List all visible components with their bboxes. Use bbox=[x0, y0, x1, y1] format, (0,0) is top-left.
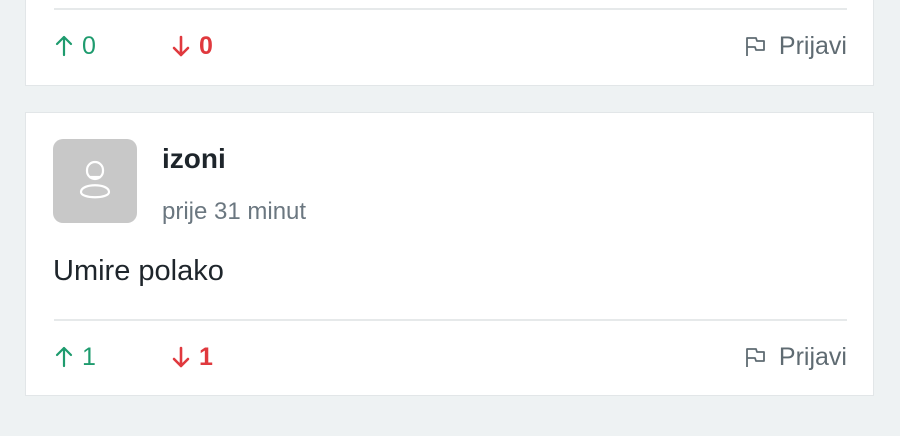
downvote-count: 1 bbox=[199, 342, 213, 371]
comment-actions: 0 0 Prijavi bbox=[54, 26, 847, 66]
flag-icon bbox=[746, 348, 765, 367]
upvote-count: 0 bbox=[82, 31, 96, 60]
avatar bbox=[53, 139, 137, 223]
report-button[interactable]: Prijavi bbox=[743, 343, 847, 372]
upvote-button[interactable]: 1 bbox=[54, 343, 171, 372]
divider bbox=[54, 8, 847, 10]
comment-text: Umire polako bbox=[53, 255, 224, 287]
report-label: Prijavi bbox=[778, 31, 847, 60]
comment-timestamp: prije 31 minut bbox=[162, 198, 307, 225]
arrow-down-icon bbox=[172, 346, 190, 368]
arrow-up-icon bbox=[55, 35, 73, 57]
downvote-count: 0 bbox=[199, 31, 213, 60]
arrow-up-icon bbox=[55, 346, 73, 368]
comment-card: 0 0 Prijavi bbox=[25, 0, 874, 86]
upvote-button[interactable]: 0 bbox=[54, 32, 171, 61]
downvote-button[interactable]: 1 bbox=[171, 343, 213, 372]
divider bbox=[54, 319, 847, 321]
report-button[interactable]: Prijavi bbox=[743, 32, 847, 61]
upvote-count: 1 bbox=[82, 342, 96, 371]
report-label: Prijavi bbox=[778, 342, 847, 371]
arrow-down-icon bbox=[172, 35, 190, 57]
comment-card: izoni prije 31 minut Umire polako 1 1 Pr… bbox=[25, 112, 874, 396]
comment-actions: 1 1 Prijavi bbox=[54, 337, 847, 377]
user-icon bbox=[79, 160, 111, 199]
comment-author[interactable]: izoni bbox=[162, 143, 226, 175]
flag-icon bbox=[746, 37, 765, 56]
downvote-button[interactable]: 0 bbox=[171, 32, 213, 61]
